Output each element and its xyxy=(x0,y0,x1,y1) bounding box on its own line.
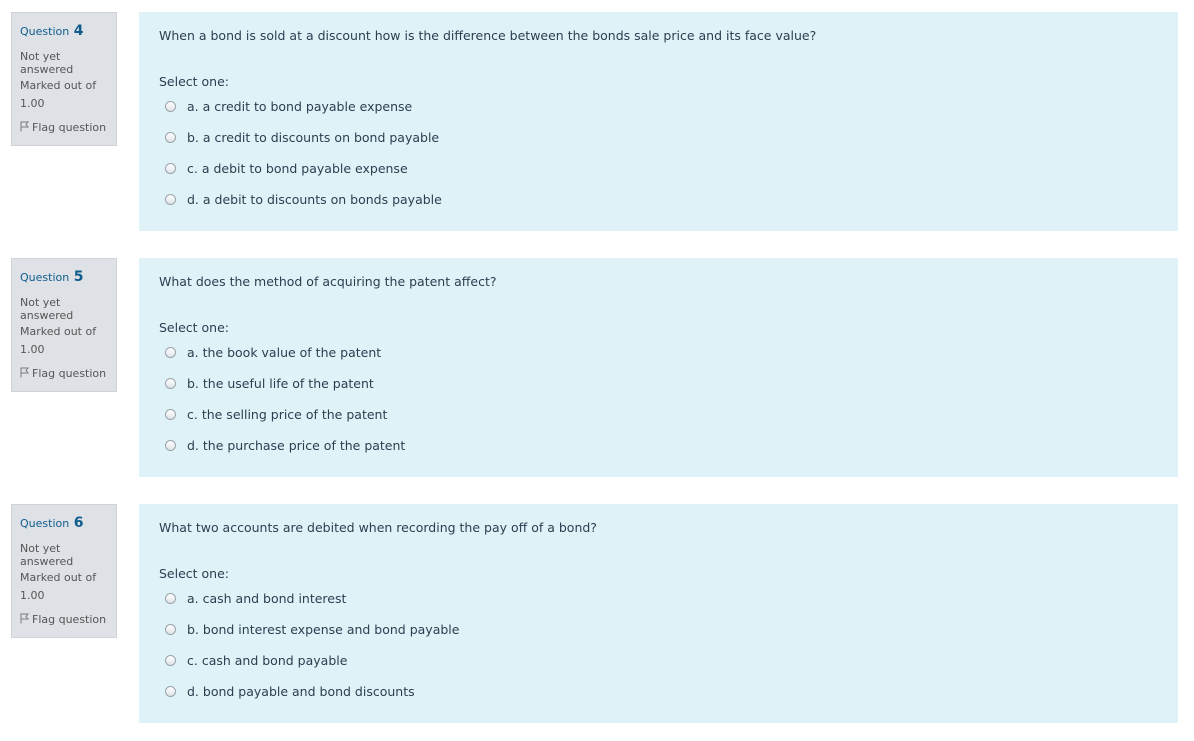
question-number: Question 5 xyxy=(20,269,83,285)
answer-option[interactable]: a. a credit to bond payable expense xyxy=(165,96,412,116)
answer-option-label[interactable]: a. a credit to bond payable expense xyxy=(187,99,412,114)
answer-option[interactable]: d. a debit to discounts on bonds payable xyxy=(165,189,442,209)
question-grade: Marked out of 1.00 xyxy=(20,77,96,113)
radio-button[interactable] xyxy=(165,193,176,205)
answer-option-label[interactable]: d. a debit to discounts on bonds payable xyxy=(187,192,442,207)
grade-value: 1.00 xyxy=(20,343,45,356)
question-grade: Marked out of 1.00 xyxy=(20,569,96,605)
grade-value: 1.00 xyxy=(20,589,45,602)
answer-option-label[interactable]: d. bond payable and bond discounts xyxy=(187,684,415,699)
flag-icon xyxy=(20,613,30,624)
answer-option[interactable]: b. bond interest expense and bond payabl… xyxy=(165,619,459,639)
question-block: Question 4 Not yet answered Marked out o… xyxy=(0,12,1194,236)
answer-option-label[interactable]: b. bond interest expense and bond payabl… xyxy=(187,622,459,637)
marked-out-of-label: Marked out of xyxy=(20,79,97,92)
question-label: Question xyxy=(20,25,70,38)
answer-option[interactable]: c. cash and bond payable xyxy=(165,650,347,670)
question-info-panel: Question 5 Not yet answered Marked out o… xyxy=(11,258,117,392)
question-info-panel: Question 6 Not yet answered Marked out o… xyxy=(11,504,117,638)
question-block: Question 6 Not yet answered Marked out o… xyxy=(0,504,1194,728)
question-number-value: 4 xyxy=(73,23,84,39)
question-grade: Marked out of 1.00 xyxy=(20,323,96,359)
flag-icon xyxy=(20,121,30,132)
select-one-prompt: Select one: xyxy=(159,74,230,89)
answer-option-label[interactable]: a. cash and bond interest xyxy=(187,591,346,606)
question-text: When a bond is sold at a discount how is… xyxy=(159,28,817,43)
radio-button[interactable] xyxy=(165,654,176,666)
flag-question-button[interactable]: Flag question xyxy=(20,613,106,626)
question-content: What does the method of acquiring the pa… xyxy=(139,258,1178,477)
answer-option-label[interactable]: c. cash and bond payable xyxy=(187,653,347,668)
question-number: Question 4 xyxy=(20,23,83,39)
radio-button[interactable] xyxy=(165,439,176,451)
answer-option-label[interactable]: c. the selling price of the patent xyxy=(187,407,387,422)
radio-button[interactable] xyxy=(165,346,176,358)
question-content: When a bond is sold at a discount how is… xyxy=(139,12,1178,231)
flag-question-button[interactable]: Flag question xyxy=(20,121,106,134)
radio-button[interactable] xyxy=(165,162,176,174)
answer-option[interactable]: c. a debit to bond payable expense xyxy=(165,158,408,178)
marked-out-of-label: Marked out of xyxy=(20,325,97,338)
question-text: What two accounts are debited when recor… xyxy=(159,520,597,535)
answer-option-label[interactable]: c. a debit to bond payable expense xyxy=(187,161,408,176)
answer-option[interactable]: c. the selling price of the patent xyxy=(165,404,387,424)
question-info-panel: Question 4 Not yet answered Marked out o… xyxy=(11,12,117,146)
question-label: Question xyxy=(20,517,70,530)
answer-option[interactable]: a. cash and bond interest xyxy=(165,588,346,608)
flag-question-button[interactable]: Flag question xyxy=(20,367,106,380)
answer-option[interactable]: b. a credit to discounts on bond payable xyxy=(165,127,439,147)
answer-option[interactable]: d. the purchase price of the patent xyxy=(165,435,405,455)
question-state: Not yet answered xyxy=(20,542,74,568)
radio-button[interactable] xyxy=(165,592,176,604)
answer-option-label[interactable]: d. the purchase price of the patent xyxy=(187,438,405,453)
answer-option[interactable]: a. the book value of the patent xyxy=(165,342,381,362)
flag-icon xyxy=(20,367,30,378)
radio-button[interactable] xyxy=(165,408,176,420)
answer-option[interactable]: b. the useful life of the patent xyxy=(165,373,374,393)
answer-option-label[interactable]: a. the book value of the patent xyxy=(187,345,381,360)
answer-option-label[interactable]: b. a credit to discounts on bond payable xyxy=(187,130,439,145)
grade-value: 1.00 xyxy=(20,97,45,110)
question-content: What two accounts are debited when recor… xyxy=(139,504,1178,723)
question-block: Question 5 Not yet answered Marked out o… xyxy=(0,258,1194,482)
question-number: Question 6 xyxy=(20,515,83,531)
marked-out-of-label: Marked out of xyxy=(20,571,97,584)
select-one-prompt: Select one: xyxy=(159,566,230,581)
question-state: Not yet answered xyxy=(20,296,74,322)
flag-question-label: Flag question xyxy=(32,121,107,134)
flag-question-label: Flag question xyxy=(32,367,107,380)
radio-button[interactable] xyxy=(165,100,176,112)
answer-option[interactable]: d. bond payable and bond discounts xyxy=(165,681,415,701)
question-label: Question xyxy=(20,271,70,284)
radio-button[interactable] xyxy=(165,623,176,635)
question-state: Not yet answered xyxy=(20,50,74,76)
answer-option-label[interactable]: b. the useful life of the patent xyxy=(187,376,374,391)
question-number-value: 5 xyxy=(73,269,84,285)
radio-button[interactable] xyxy=(165,685,176,697)
flag-question-label: Flag question xyxy=(32,613,107,626)
question-text: What does the method of acquiring the pa… xyxy=(159,274,497,289)
select-one-prompt: Select one: xyxy=(159,320,230,335)
radio-button[interactable] xyxy=(165,131,176,143)
radio-button[interactable] xyxy=(165,377,176,389)
question-number-value: 6 xyxy=(73,515,84,531)
